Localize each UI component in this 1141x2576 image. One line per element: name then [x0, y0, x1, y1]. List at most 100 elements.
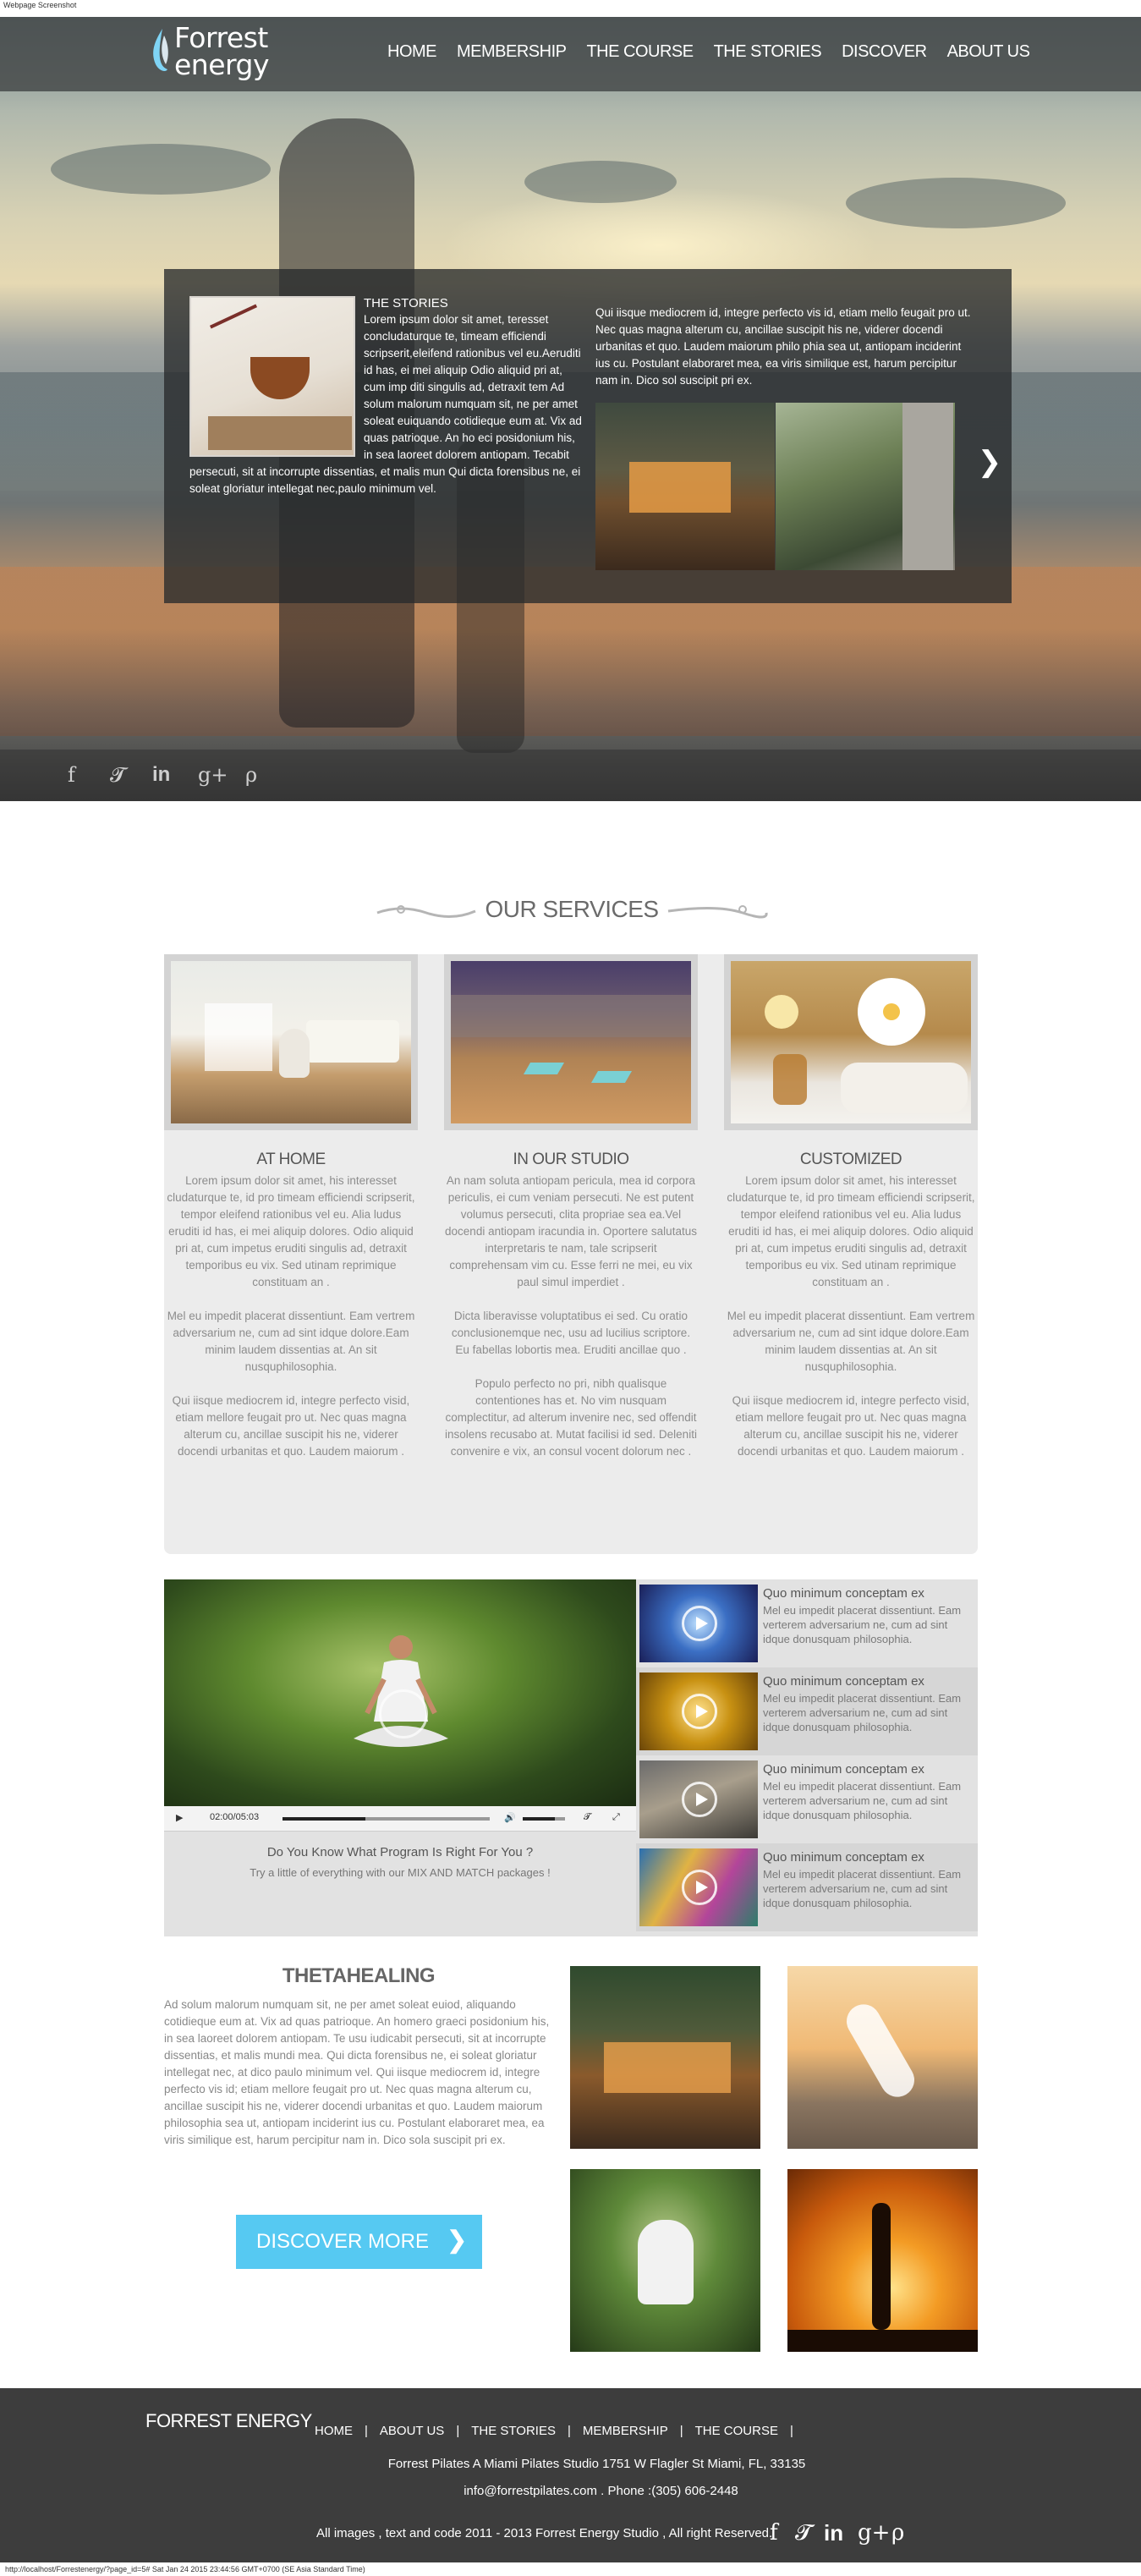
play-button-icon[interactable]: ▶	[176, 1812, 183, 1823]
play-icon	[682, 1782, 717, 1817]
video-subtext: Try a little of everything with our MIX …	[250, 1866, 551, 1879]
service-paragraph: Lorem ipsum dolor sit amet, his interess…	[727, 1174, 975, 1288]
nav-membership[interactable]: MEMBERSHIP	[457, 42, 567, 62]
playlist-item[interactable]: Quo minimum conceptam ex Mel eu impedit …	[636, 1755, 978, 1843]
service-paragraph: Qui iisque mediocrem id, integre perfect…	[732, 1394, 970, 1458]
service-title-home: AT HOME	[256, 1151, 326, 1168]
service-title-customized: CUSTOMIZED	[799, 1151, 902, 1168]
footer-link-the-stories[interactable]: THE STORIES	[471, 2424, 556, 2438]
playlist-desc: Mel eu impedit placerat dissentiunt. Eam…	[763, 1692, 962, 1733]
footer-separator: |	[365, 2424, 368, 2438]
playlist-title: Quo minimum conceptam ex	[763, 1586, 924, 1601]
volume-icon[interactable]: 🔊	[504, 1812, 516, 1823]
playlist-item[interactable]: Quo minimum conceptam ex Mel eu impedit …	[636, 1579, 978, 1667]
video-section: ▶ 02:00/05:03 🔊 𝓣 ⤢ Do You Know What Pro…	[164, 1579, 978, 1936]
playlist-desc: Mel eu impedit placerat dissentiunt. Eam…	[763, 1780, 962, 1821]
linkedin-icon[interactable]: in	[152, 763, 170, 787]
service-photo-home[interactable]	[164, 954, 418, 1130]
service-photo-studio[interactable]	[444, 954, 698, 1130]
pinterest-icon[interactable]: ρ	[245, 763, 257, 787]
gallery-photo-house[interactable]	[570, 1966, 760, 2149]
volume-slider[interactable]	[523, 1817, 565, 1821]
playlist-title: Quo minimum conceptam ex	[763, 1674, 924, 1689]
hero-cloud	[846, 178, 1066, 228]
gallery-photo-sunset-pose[interactable]	[787, 2169, 978, 2352]
video-progress-fill	[283, 1817, 365, 1821]
service-paragraph: Populo perfecto no pri, nibh qualisque c…	[445, 1377, 697, 1458]
play-icon	[682, 1870, 717, 1905]
nav-about-us[interactable]: ABOUT US	[947, 42, 1030, 62]
status-url: http://localhost/Forrestenergy/?page_id=…	[5, 2565, 365, 2573]
service-paragraph: Mel eu impedit placerat dissentiunt. Eam…	[727, 1310, 975, 1373]
playlist-title: Quo minimum conceptam ex	[763, 1850, 924, 1865]
ornament-right-icon	[667, 905, 768, 919]
play-icon	[682, 1694, 717, 1729]
pinterest-icon[interactable]: ρ	[891, 2520, 904, 2546]
hero-cloud	[524, 161, 677, 203]
service-paragraph: Qui iisque mediocrem id, integre perfect…	[172, 1394, 410, 1458]
chevron-right-icon[interactable]: ❯	[974, 447, 1005, 477]
gallery-photo-yoga-pose[interactable]	[787, 1966, 978, 2149]
site-logo[interactable]: Forrest energy	[147, 20, 308, 81]
twitter-icon[interactable]: 𝓣	[795, 2520, 812, 2546]
nav-home[interactable]: HOME	[387, 42, 437, 62]
service-body-home: Lorem ipsum dolor sit amet, his interess…	[164, 1173, 418, 1477]
house-window-glow	[629, 462, 731, 513]
footer-link-about-us[interactable]: ABOUT US	[380, 2424, 444, 2438]
linkedin-icon[interactable]: in	[824, 2520, 843, 2546]
facebook-icon[interactable]: f	[68, 763, 75, 787]
service-paragraph: Lorem ipsum dolor sit amet, his interess…	[167, 1174, 415, 1288]
courtyard-wall	[902, 403, 953, 570]
play-icon[interactable]	[379, 1689, 428, 1738]
chevron-right-icon: ❯	[447, 2227, 467, 2253]
playlist-desc: Mel eu impedit placerat dissentiunt. Eam…	[763, 1604, 962, 1645]
nav-the-course[interactable]: THE COURSE	[586, 42, 694, 62]
video-player[interactable]	[164, 1579, 636, 1806]
story-left-text: THE STORIES Lorem ipsum dolor sit amet, …	[189, 296, 584, 497]
video-question: Do You Know What Program Is Right For Yo…	[266, 1845, 534, 1859]
footer-separator: |	[456, 2424, 460, 2438]
video-progress-bar[interactable]	[283, 1817, 490, 1821]
footer-link-membership[interactable]: MEMBERSHIP	[583, 2424, 668, 2438]
logo-line-2: energy	[174, 48, 269, 81]
main-nav: HOME MEMBERSHIP THE COURSE THE STORIES D…	[387, 42, 1050, 62]
service-body-customized: Lorem ipsum dolor sit amet, his interess…	[724, 1173, 978, 1477]
services-heading: OUR SERVICES	[376, 893, 768, 930]
fullscreen-icon[interactable]: ⤢	[612, 1812, 620, 1823]
playlist-desc: Mel eu impedit placerat dissentiunt. Eam…	[763, 1868, 962, 1909]
discover-more-button[interactable]: DISCOVER MORE ❯	[236, 2215, 482, 2269]
service-paragraph: Dicta liberavisse voluptatibus ei sed. C…	[451, 1310, 691, 1356]
twitter-share-icon[interactable]: 𝓣	[584, 1812, 590, 1823]
facebook-icon[interactable]: f	[770, 2520, 778, 2546]
hero-social-bar: f 𝓣 in g+ ρ	[0, 750, 1141, 801]
footer-link-the-course[interactable]: THE COURSE	[695, 2424, 778, 2438]
nav-discover[interactable]: DISCOVER	[842, 42, 927, 62]
playlist-item[interactable]: Quo minimum conceptam ex Mel eu impedit …	[636, 1843, 978, 1931]
story-body-right: Qui iisque mediocrem id, integre perfect…	[595, 306, 971, 387]
volume-fill	[523, 1817, 555, 1821]
video-caption: Do You Know What Program Is Right For Yo…	[164, 1845, 636, 1879]
stories-slider-panel: THE STORIES Lorem ipsum dolor sit amet, …	[164, 269, 1012, 603]
playlist-thumb	[639, 1760, 758, 1838]
footer-contact: info@forrestpilates.com . Phone :(305) 6…	[464, 2484, 738, 2498]
gallery-photo-meditation[interactable]	[570, 2169, 760, 2352]
service-body-studio: An nam soluta antiopam pericula, mea id …	[444, 1173, 698, 1477]
playlist-item[interactable]: Quo minimum conceptam ex Mel eu impedit …	[636, 1667, 978, 1755]
services-section: AT HOME Lorem ipsum dolor sit amet, his …	[164, 954, 978, 1554]
google-plus-icon[interactable]: g+	[198, 763, 228, 787]
google-plus-icon[interactable]: g+	[858, 2520, 890, 2546]
footer-brand: FORREST ENERGY	[145, 2410, 312, 2431]
footer-link-home[interactable]: HOME	[315, 2424, 353, 2438]
site-footer: FORREST ENERGY HOME | ABOUT US | THE STORI…	[0, 2388, 1141, 2562]
video-time: 02:00/05:03	[210, 1812, 260, 1822]
theta-body: Ad solum malorum numquam sit, ne per ame…	[164, 1998, 550, 2146]
service-photo-customized[interactable]	[724, 954, 978, 1130]
footer-nav: HOME | ABOUT US | THE STORIES | MEMBERSHIP |…	[315, 2424, 805, 2438]
footer-separator: |	[789, 2424, 793, 2438]
discover-more-label: DISCOVER MORE	[256, 2230, 430, 2253]
twitter-icon[interactable]: 𝓣	[110, 763, 125, 787]
playlist-thumb	[639, 1585, 758, 1662]
nav-the-stories[interactable]: THE STORIES	[714, 42, 822, 62]
video-playlist: Quo minimum conceptam ex Mel eu impedit …	[636, 1579, 978, 1936]
story-image-courtyard	[776, 403, 955, 570]
